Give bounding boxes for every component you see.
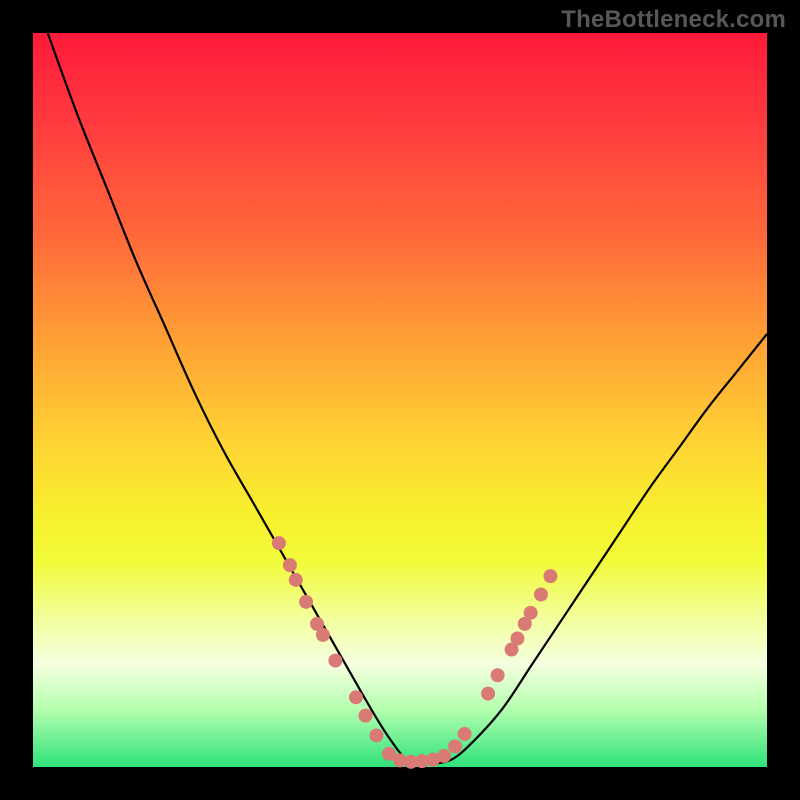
bottleneck-curve bbox=[48, 33, 767, 763]
datapoint-marker bbox=[328, 654, 342, 668]
datapoint-marker bbox=[481, 687, 495, 701]
datapoint-marker bbox=[491, 668, 505, 682]
datapoint-marker bbox=[289, 573, 303, 587]
datapoint-marker bbox=[299, 595, 313, 609]
datapoint-marker bbox=[437, 749, 451, 763]
datapoint-marker bbox=[448, 739, 462, 753]
watermark-text: TheBottleneck.com bbox=[561, 6, 786, 34]
datapoint-marker bbox=[316, 628, 330, 642]
datapoint-marker bbox=[283, 558, 297, 572]
datapoint-marker bbox=[370, 728, 384, 742]
datapoint-marker bbox=[349, 690, 363, 704]
datapoint-marker bbox=[510, 632, 524, 646]
curve-svg bbox=[33, 33, 767, 767]
datapoint-marker bbox=[272, 536, 286, 550]
datapoint-marker bbox=[458, 727, 472, 741]
datapoint-marker bbox=[534, 588, 548, 602]
chart-frame: TheBottleneck.com bbox=[0, 0, 800, 800]
datapoint-marker bbox=[359, 709, 373, 723]
datapoint-markers bbox=[272, 536, 558, 769]
datapoint-marker bbox=[524, 606, 538, 620]
plot-area bbox=[33, 33, 767, 767]
datapoint-marker bbox=[543, 569, 557, 583]
